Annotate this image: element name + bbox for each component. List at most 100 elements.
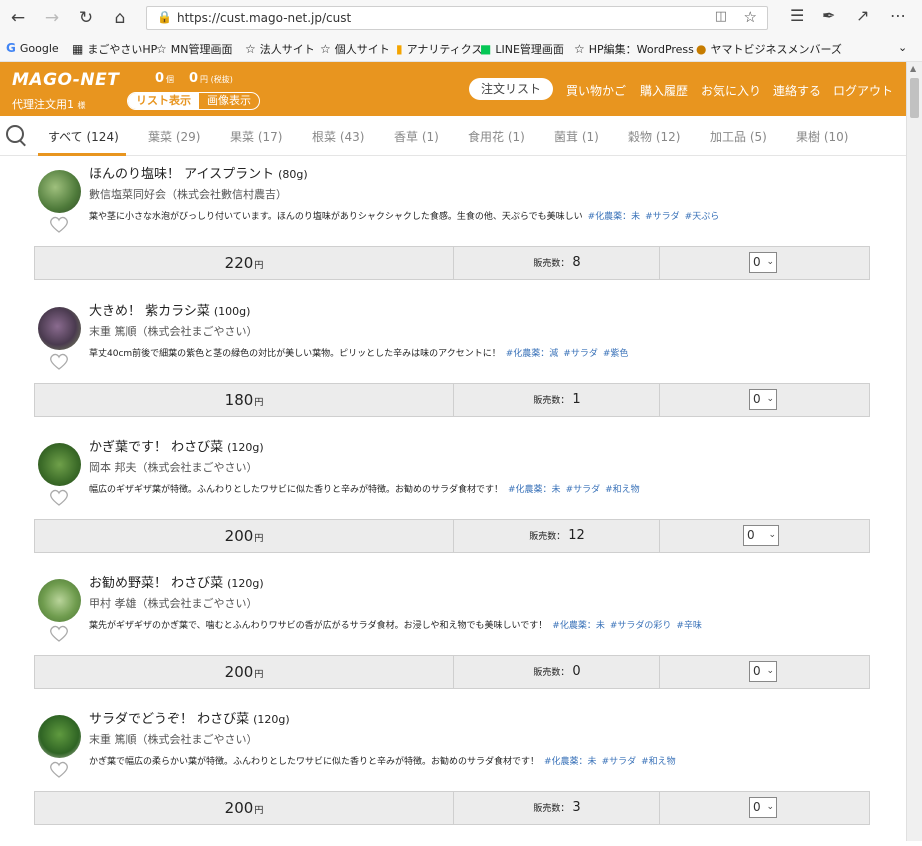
heart-icon[interactable] bbox=[49, 216, 69, 234]
site-header: MAGO-NET 代理注文用1 様 0個 0円 (税抜) リスト表示 画像表示 … bbox=[0, 62, 906, 116]
tag[interactable]: #サラダ bbox=[563, 349, 598, 359]
line-icon: ■ bbox=[480, 42, 492, 56]
nav-logout[interactable]: ログアウト bbox=[833, 82, 893, 99]
price: 200円 bbox=[224, 799, 264, 817]
tag[interactable]: #化農薬：減 bbox=[506, 349, 559, 359]
heart-icon[interactable] bbox=[49, 625, 69, 643]
product-name: ほんのり塩味！ アイスプラント (80g) bbox=[89, 167, 308, 182]
favorites-list-icon[interactable]: ☰ bbox=[790, 6, 804, 25]
tab-fruit-tree[interactable]: 果樹 (10) bbox=[796, 128, 848, 145]
address-bar[interactable]: 🔒 https://cust.mago-net.jp/cust ◫ ☆ bbox=[146, 6, 768, 30]
sold-count: 販売数： 12 bbox=[453, 520, 660, 552]
price-bar: 200円 販売数： 12 0 ⌄ bbox=[34, 519, 870, 553]
bookmark-analytics[interactable]: ▮ アナリティクス bbox=[396, 41, 482, 57]
favorite-star-icon[interactable]: ☆ bbox=[744, 8, 757, 26]
bookmark-line-admin[interactable]: ■ LINE管理画面 bbox=[480, 41, 564, 57]
chevron-up-icon[interactable]: ▲ bbox=[910, 64, 916, 73]
quantity-select[interactable]: 0 ⌄ bbox=[749, 661, 777, 682]
tag[interactable]: #化農薬：未 bbox=[508, 485, 561, 495]
site-icon: ▦ bbox=[72, 42, 84, 56]
bookmark-google[interactable]: G Google bbox=[6, 41, 59, 55]
bookmark-mago-hp[interactable]: ▦ まごやさいHP bbox=[72, 41, 157, 57]
product-image[interactable] bbox=[38, 307, 81, 350]
tag[interactable]: #サラダ bbox=[602, 757, 637, 767]
tab-edible-flower[interactable]: 食用花 (1) bbox=[468, 128, 525, 145]
tag[interactable]: #サラダ bbox=[645, 212, 680, 222]
share-icon[interactable]: ↗ bbox=[856, 6, 869, 25]
bookmark-personal-site[interactable]: ☆ 個人サイト bbox=[320, 41, 390, 57]
heart-icon[interactable] bbox=[49, 761, 69, 779]
heart-icon[interactable] bbox=[49, 353, 69, 371]
reading-view-icon[interactable]: ◫ bbox=[715, 9, 727, 24]
pen-icon[interactable]: ✒ bbox=[822, 6, 835, 25]
product-image[interactable] bbox=[38, 170, 81, 213]
search-icon[interactable] bbox=[6, 125, 24, 143]
quantity-select[interactable]: 0 ⌄ bbox=[743, 525, 779, 546]
price: 180円 bbox=[224, 391, 264, 409]
nav-cart[interactable]: 買い物かご bbox=[566, 82, 626, 99]
tag[interactable]: #天ぷら bbox=[685, 212, 720, 222]
product-image[interactable] bbox=[38, 579, 81, 622]
chevron-down-icon: ⌄ bbox=[766, 394, 774, 404]
tab-fruit-veg[interactable]: 果菜 (17) bbox=[230, 128, 282, 145]
chevron-down-icon[interactable]: ⌄ bbox=[898, 41, 907, 54]
tag[interactable]: #化農薬：未 bbox=[588, 212, 641, 222]
list-view-button[interactable]: リスト表示 bbox=[128, 93, 199, 109]
tab-leafy[interactable]: 葉菜 (29) bbox=[148, 128, 200, 145]
product-image[interactable] bbox=[38, 443, 81, 486]
tag[interactable]: #化農薬：未 bbox=[552, 621, 605, 631]
chevron-down-icon: ⌄ bbox=[766, 802, 774, 812]
qty-cell: 0 ⌄ bbox=[659, 792, 870, 824]
price-bar: 180円 販売数： 1 0 ⌄ bbox=[34, 383, 870, 417]
refresh-icon[interactable]: ↻ bbox=[74, 6, 98, 30]
tab-root[interactable]: 根菜 (43) bbox=[312, 128, 364, 145]
bookmark-wordpress[interactable]: ☆ HP編集：WordPress bbox=[574, 41, 694, 57]
product-name: サラダでどうぞ！ わさび菜 (120g) bbox=[89, 712, 290, 727]
more-icon[interactable]: ⋯ bbox=[890, 6, 906, 25]
tag[interactable]: #サラダの彩り bbox=[610, 621, 672, 631]
bookmark-corp-site[interactable]: ☆ 法人サイト bbox=[245, 41, 315, 57]
chevron-down-icon: ⌄ bbox=[766, 257, 774, 267]
product-name: 大きめ！ 紫カラシ菜 (100g) bbox=[89, 304, 251, 319]
heart-icon[interactable] bbox=[49, 489, 69, 507]
nav-history[interactable]: 購入履歴 bbox=[640, 82, 688, 99]
qty-cell: 0 ⌄ bbox=[659, 247, 870, 279]
tag[interactable]: #化農薬：未 bbox=[544, 757, 597, 767]
tag[interactable]: #和え物 bbox=[641, 757, 676, 767]
tag[interactable]: #紫色 bbox=[603, 349, 629, 359]
active-tab-indicator bbox=[38, 153, 126, 156]
tab-processed[interactable]: 加工品 (5) bbox=[710, 128, 767, 145]
order-list-button[interactable]: 注文リスト bbox=[469, 78, 553, 100]
tab-herb[interactable]: 香草 (1) bbox=[394, 128, 439, 145]
tab-all[interactable]: すべて (124) bbox=[48, 128, 119, 145]
qty-cell: 0 ⌄ bbox=[659, 520, 870, 552]
quantity-select[interactable]: 0 ⌄ bbox=[749, 252, 777, 273]
tag[interactable]: #和え物 bbox=[605, 485, 640, 495]
scrollbar[interactable]: ▲ bbox=[906, 62, 922, 841]
yamato-icon: ● bbox=[696, 42, 707, 56]
nav-favorites[interactable]: お気に入り bbox=[701, 82, 761, 99]
home-icon[interactable]: ⌂ bbox=[108, 6, 132, 30]
product-description: 草丈40cm前後で細葉の紫色と茎の緑色の対比が美しい葉物。ピリッとした辛みは味の… bbox=[89, 349, 629, 359]
image-view-button[interactable]: 画像表示 bbox=[199, 93, 259, 109]
tag[interactable]: #サラダ bbox=[566, 485, 601, 495]
bookmark-mn-admin[interactable]: ☆ MN管理画面 bbox=[156, 41, 233, 57]
logo[interactable]: MAGO-NET bbox=[12, 70, 119, 90]
product-item: サラダでどうぞ！ わさび菜 (120g) 末重 篤順（株式会社まごやさい） かぎ葉… bbox=[0, 709, 906, 846]
bookmark-yamato[interactable]: ● ヤマトビジネスメンバーズ bbox=[696, 41, 842, 57]
nav-contact[interactable]: 連絡する bbox=[773, 82, 821, 99]
forward-icon[interactable]: → bbox=[40, 6, 64, 30]
product-item: お勧め野菜！ わさび菜 (120g) 甲村 孝雄（株式会社まごやさい） 葉先がギザ… bbox=[0, 573, 906, 710]
back-icon[interactable]: ← bbox=[6, 6, 30, 30]
product-description: 葉や茎に小さな水泡がびっしり付いています。ほんのり塩味がありシャクシャクした食感… bbox=[89, 212, 720, 222]
scroll-thumb[interactable] bbox=[910, 78, 919, 118]
quantity-select[interactable]: 0 ⌄ bbox=[749, 797, 777, 818]
tab-mushroom[interactable]: 菌茸 (1) bbox=[554, 128, 599, 145]
tab-grain[interactable]: 穀物 (12) bbox=[628, 128, 680, 145]
producer-name: 末重 篤順（株式会社まごやさい） bbox=[89, 325, 258, 338]
quantity-select[interactable]: 0 ⌄ bbox=[749, 389, 777, 410]
tag[interactable]: #辛味 bbox=[676, 621, 702, 631]
price-bar: 200円 販売数： 0 0 ⌄ bbox=[34, 655, 870, 689]
product-image[interactable] bbox=[38, 715, 81, 758]
cart-total: 0円 (税抜) bbox=[189, 71, 233, 86]
